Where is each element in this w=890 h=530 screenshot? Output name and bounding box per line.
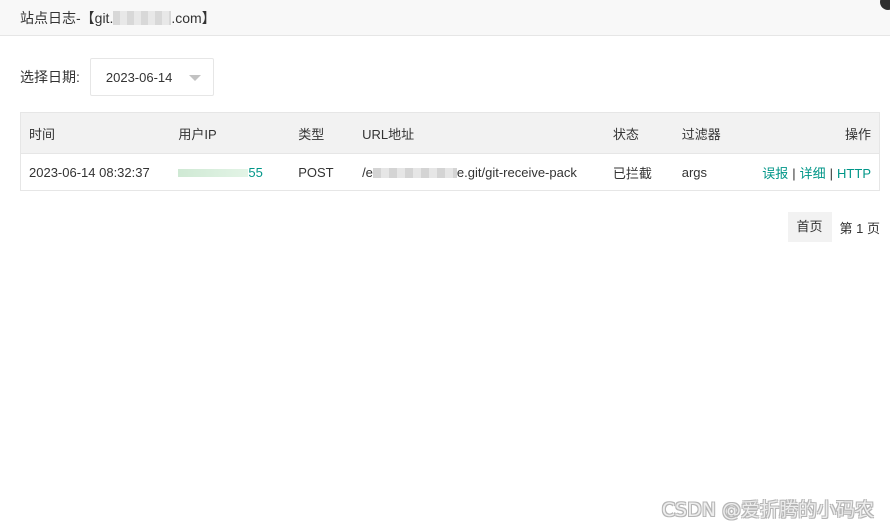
redacted-domain bbox=[113, 10, 172, 25]
date-select[interactable]: 2023-06-14 bbox=[89, 58, 214, 96]
header-filter: 过滤器 bbox=[673, 112, 750, 154]
first-page-button[interactable]: 首页 bbox=[787, 212, 832, 242]
table-row: 2023-06-14 08:32:37 55 POST /e e.git/git-… bbox=[20, 153, 880, 191]
watermark: CSDN @爱折腾的小码农 bbox=[661, 499, 874, 521]
current-page-label: 第 1 页 bbox=[839, 220, 880, 236]
log-table: 时间 用户IP 类型 URL地址 状态 过滤器 操作 2023-06-14 08… bbox=[20, 112, 880, 191]
cell-time: 2023-06-14 08:32:37 bbox=[20, 153, 171, 191]
cell-filter: args bbox=[673, 153, 750, 191]
url-suffix: e.git/git-receive-pack bbox=[456, 164, 577, 180]
chevron-down-icon bbox=[188, 75, 201, 81]
detail-link[interactable]: 详细 bbox=[800, 166, 826, 181]
cell-url: /e e.git/git-receive-pack bbox=[354, 153, 605, 191]
header-ip: 用户IP bbox=[170, 112, 291, 154]
redacted-url bbox=[372, 168, 457, 179]
dialog-title-prefix: 站点日志-【git. bbox=[20, 9, 114, 26]
action-separator: | bbox=[792, 165, 796, 181]
header-actions: 操作 bbox=[749, 112, 880, 154]
pagination: 首页 第 1 页 bbox=[787, 212, 880, 242]
http-link[interactable]: HTTP bbox=[837, 166, 871, 181]
date-select-value: 2023-06-14 bbox=[105, 69, 173, 85]
dialog-title-suffix: .com】 bbox=[171, 9, 216, 26]
misreport-link[interactable]: 误报 bbox=[762, 166, 788, 181]
table-header-row: 时间 用户IP 类型 URL地址 状态 过滤器 操作 bbox=[20, 112, 880, 154]
ip-tail: 55 bbox=[248, 164, 263, 180]
header-status: 状态 bbox=[604, 112, 674, 154]
header-time: 时间 bbox=[20, 112, 171, 154]
cell-status: 已拦截 bbox=[604, 153, 674, 191]
cell-ip: 55 bbox=[170, 153, 291, 191]
action-separator: | bbox=[829, 165, 834, 181]
cell-type: POST bbox=[290, 153, 355, 191]
site-log-dialog: 站点日志-【git. .com】 选择日期: 2023-06-14 时间 用户I… bbox=[0, 0, 890, 530]
url-prefix: /e bbox=[362, 164, 373, 180]
header-url: URL地址 bbox=[354, 112, 605, 154]
dialog-header: 站点日志-【git. .com】 bbox=[0, 0, 890, 36]
date-filter: 选择日期: 2023-06-14 bbox=[20, 58, 214, 96]
redacted-ip bbox=[178, 169, 249, 178]
date-label: 选择日期: bbox=[20, 69, 80, 85]
header-type: 类型 bbox=[290, 112, 355, 154]
cell-actions: 误报 | 详细 | HTTP bbox=[749, 153, 880, 191]
